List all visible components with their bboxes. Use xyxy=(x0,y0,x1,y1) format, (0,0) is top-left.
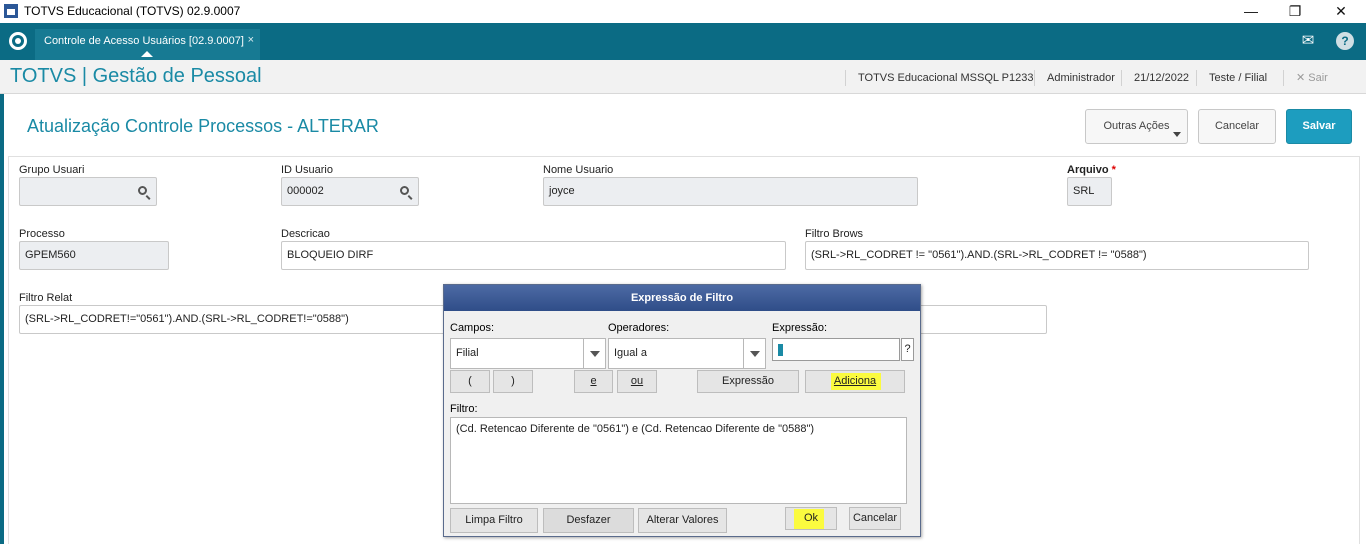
help-icon[interactable]: ? xyxy=(1336,32,1354,50)
app-icon xyxy=(4,4,18,18)
search-icon[interactable] xyxy=(400,186,409,195)
module-title: TOTVS | Gestão de Pessoal xyxy=(10,65,262,87)
window-title: TOTVS Educacional (TOTVS) 02.9.0007 xyxy=(24,4,241,18)
date-info: 21/12/2022 xyxy=(1121,70,1201,86)
operadores-value: Igual a xyxy=(614,347,648,359)
filtro-brows-field[interactable]: (SRL->RL_CODRET != "0561").AND.(SRL->RL_… xyxy=(805,241,1309,270)
tab-close-icon[interactable]: × xyxy=(248,34,254,46)
user-info: Administrador xyxy=(1034,70,1127,86)
dialog-title: Expressão de Filtro xyxy=(444,285,920,311)
left-rail xyxy=(0,94,4,544)
id-usuario-field[interactable]: 000002 xyxy=(281,177,419,206)
module-header: TOTVS | Gestão de Pessoal TOTVS Educacio… xyxy=(0,60,1366,94)
filter-expression-dialog: Expressão de Filtro Campos: Filial Opera… xyxy=(443,284,921,537)
alterar-valores-button[interactable]: Alterar Valores xyxy=(638,508,727,533)
filtro-label: Filtro: xyxy=(450,403,478,415)
or-button[interactable]: ou xyxy=(617,370,657,393)
search-icon[interactable] xyxy=(138,186,147,195)
dialog-cancel-button[interactable]: Cancelar xyxy=(849,507,901,530)
campos-select[interactable]: Filial xyxy=(450,338,606,369)
expressao-label: Expressão: xyxy=(772,322,828,334)
desfazer-button[interactable]: Desfazer xyxy=(543,508,634,533)
arquivo-label-text: Arquivo xyxy=(1067,164,1109,176)
arquivo-label: Arquivo * xyxy=(1067,164,1116,176)
filtro-relat-label: Filtro Relat xyxy=(19,292,73,304)
minimize-button[interactable]: — xyxy=(1228,0,1274,23)
window-title-bar: TOTVS Educacional (TOTVS) 02.9.0007 — ❐ … xyxy=(0,0,1366,23)
expressao-help-button[interactable]: ? xyxy=(901,338,914,361)
active-tab-caret-icon xyxy=(141,51,153,57)
branch-info: Teste / Filial xyxy=(1196,70,1279,86)
chevron-down-icon[interactable] xyxy=(583,339,605,368)
and-button[interactable]: e xyxy=(574,370,613,393)
close-window-button[interactable]: ✕ xyxy=(1318,0,1364,23)
filtro-brows-label: Filtro Brows xyxy=(805,228,864,240)
id-usuario-value: 000002 xyxy=(287,185,324,197)
arquivo-field[interactable]: SRL xyxy=(1067,177,1112,206)
adiciona-label: Adiciona xyxy=(833,375,877,387)
app-tab-bar: Controle de Acesso Usuários [02.9.0007] … xyxy=(0,23,1366,60)
exit-button[interactable]: ✕ Sair xyxy=(1283,70,1353,86)
nome-usuario-label: Nome Usuario xyxy=(543,164,614,176)
ok-button[interactable]: Ok xyxy=(785,507,837,530)
filtro-textarea[interactable]: (Cd. Retencao Diferente de "0561") e (Cd… xyxy=(450,417,907,504)
ok-label: Ok xyxy=(803,512,819,524)
other-actions-button[interactable]: Outras Ações xyxy=(1085,109,1188,144)
id-usuario-label: ID Usuario xyxy=(281,164,333,176)
processo-label: Processo xyxy=(19,228,65,240)
limpa-filtro-button[interactable]: Limpa Filtro xyxy=(450,508,538,533)
campos-value: Filial xyxy=(456,347,479,359)
expressao-button[interactable]: Expressão xyxy=(697,370,799,393)
mail-icon[interactable]: ✉ xyxy=(1297,31,1319,51)
descricao-field[interactable]: BLOQUEIO DIRF xyxy=(281,241,786,270)
expressao-input[interactable] xyxy=(772,338,900,361)
nome-usuario-field[interactable]: joyce xyxy=(543,177,918,206)
operadores-label: Operadores: xyxy=(608,322,670,334)
operadores-select[interactable]: Igual a xyxy=(608,338,766,369)
totvs-logo-icon[interactable] xyxy=(9,32,27,50)
environment-info: TOTVS Educacional MSSQL P1233 xyxy=(845,70,1045,86)
open-paren-button[interactable]: ( xyxy=(450,370,490,393)
adiciona-button[interactable]: Adiciona xyxy=(805,370,905,393)
cancel-button[interactable]: Cancelar xyxy=(1198,109,1276,144)
save-button[interactable]: Salvar xyxy=(1286,109,1352,144)
processo-field[interactable]: GPEM560 xyxy=(19,241,169,270)
close-paren-button[interactable]: ) xyxy=(493,370,533,393)
grupo-usuari-field[interactable] xyxy=(19,177,157,206)
tab-label: Controle de Acesso Usuários [02.9.0007] xyxy=(44,35,244,47)
text-cursor xyxy=(778,344,783,356)
grupo-usuari-label: Grupo Usuari xyxy=(19,164,85,176)
descricao-label: Descricao xyxy=(281,228,330,240)
campos-label: Campos: xyxy=(450,322,495,334)
required-marker: * xyxy=(1111,164,1116,176)
chevron-down-icon[interactable] xyxy=(743,339,765,368)
restore-button[interactable]: ❐ xyxy=(1272,0,1318,23)
page-title: Atualização Controle Processos - ALTERAR xyxy=(27,116,379,136)
